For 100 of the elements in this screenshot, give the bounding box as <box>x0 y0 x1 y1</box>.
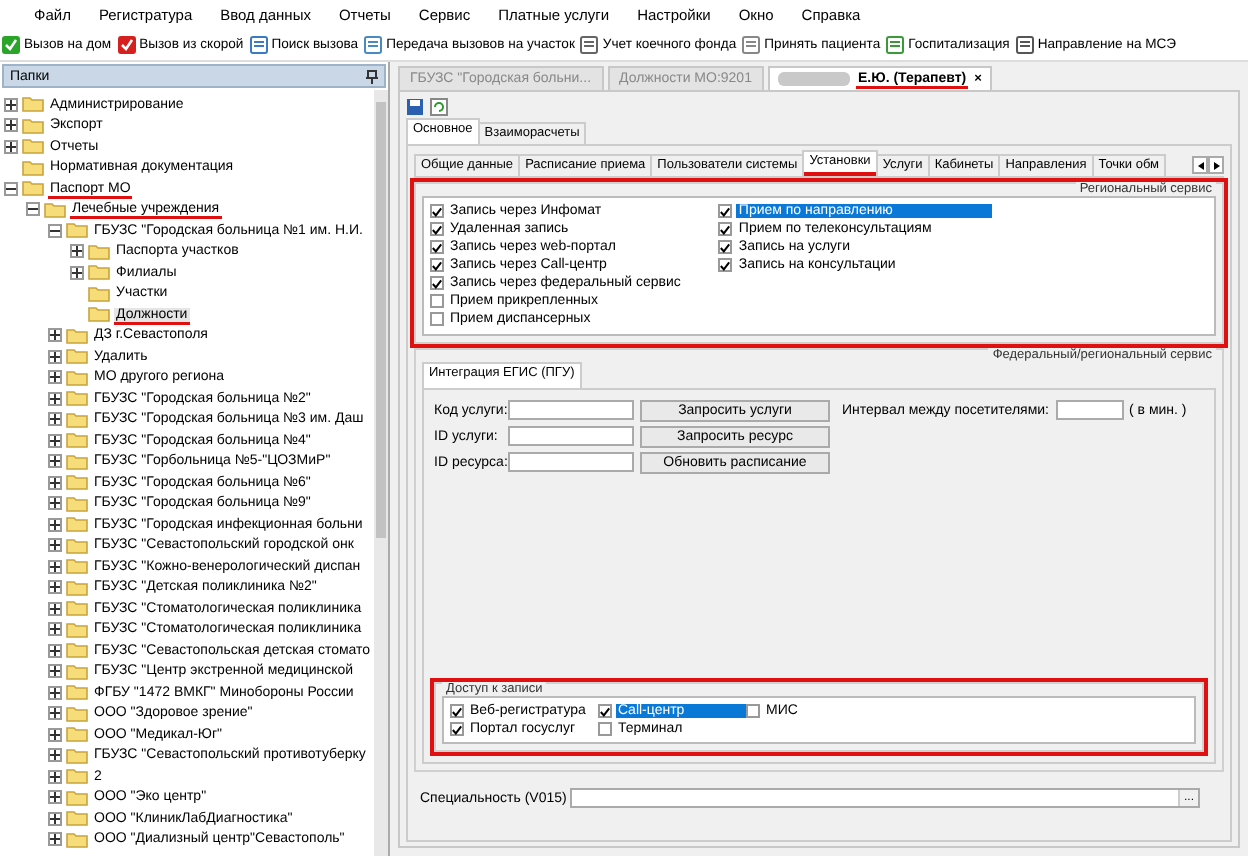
checkbox[interactable] <box>430 204 444 218</box>
expand-toggle[interactable] <box>48 706 62 721</box>
folder-icon <box>66 432 88 449</box>
folder-icon <box>66 558 88 575</box>
folder-icon <box>88 306 110 323</box>
expand-toggle[interactable] <box>70 244 84 259</box>
expand-toggle[interactable] <box>48 832 62 847</box>
expand-toggle[interactable] <box>48 664 62 679</box>
collapse-toggle[interactable] <box>4 181 18 196</box>
expand-toggle[interactable] <box>48 370 62 385</box>
folder-icon <box>88 243 110 260</box>
expand-toggle[interactable] <box>48 601 62 616</box>
folder-icon <box>66 453 88 470</box>
folder-icon <box>22 117 44 134</box>
folder-icon <box>88 264 110 281</box>
expand-toggle[interactable] <box>48 748 62 763</box>
folder-icon <box>66 831 88 848</box>
expand-toggle[interactable] <box>48 769 62 784</box>
folder-icon <box>88 285 110 302</box>
folder-icon <box>66 537 88 554</box>
save-icon[interactable] <box>406 98 424 116</box>
checkbox[interactable] <box>598 704 612 718</box>
folder-icon <box>66 642 88 659</box>
folder-icon <box>66 705 88 722</box>
scroll-right-button[interactable] <box>1208 156 1224 174</box>
expand-toggle[interactable] <box>48 727 62 742</box>
folder-icon <box>66 789 88 806</box>
folder-icon <box>66 390 88 407</box>
folder-icon <box>66 516 88 533</box>
left-triangle-icon <box>1197 161 1203 169</box>
expand-toggle[interactable] <box>48 559 62 574</box>
folder-icon <box>66 222 88 239</box>
expand-toggle[interactable] <box>48 517 62 532</box>
checkbox[interactable] <box>430 258 444 272</box>
expand-toggle[interactable] <box>48 538 62 553</box>
checkbox[interactable] <box>718 258 733 272</box>
input-field[interactable] <box>508 426 634 446</box>
checkbox[interactable] <box>746 704 760 718</box>
folder-icon <box>66 810 88 827</box>
collapse-toggle[interactable] <box>26 202 40 217</box>
checkbox[interactable] <box>430 222 444 236</box>
folder-icon <box>66 621 88 638</box>
folder-icon <box>66 579 88 596</box>
folder-icon <box>66 663 88 680</box>
input-field[interactable] <box>1055 400 1124 420</box>
input-field[interactable] <box>508 400 634 420</box>
folder-icon <box>66 726 88 743</box>
expand-toggle[interactable] <box>48 454 62 469</box>
folder-icon <box>66 411 88 428</box>
document-icon <box>1015 35 1034 53</box>
folder-icon <box>66 348 88 365</box>
expand-toggle[interactable] <box>48 475 62 490</box>
folder-icon <box>44 201 66 218</box>
checkbox-icon <box>117 35 136 53</box>
scroll-left-button[interactable] <box>1192 156 1208 174</box>
checkbox[interactable] <box>430 240 444 254</box>
expand-toggle[interactable] <box>48 391 62 406</box>
input-field[interactable] <box>508 452 634 472</box>
expand-toggle[interactable] <box>48 622 62 637</box>
folder-icon <box>22 96 44 113</box>
expand-toggle[interactable] <box>48 580 62 595</box>
folder-icon <box>66 474 88 491</box>
checkbox[interactable] <box>430 312 444 326</box>
folder-icon <box>66 369 88 386</box>
expand-toggle[interactable] <box>48 349 62 364</box>
folder-icon <box>66 684 88 701</box>
checkbox[interactable] <box>450 704 464 718</box>
pin-icon[interactable] <box>366 69 378 83</box>
expand-toggle[interactable] <box>4 139 18 154</box>
expand-toggle[interactable] <box>4 97 18 112</box>
folder-icon <box>66 747 88 764</box>
collapse-toggle[interactable] <box>48 223 62 238</box>
expand-toggle[interactable] <box>48 412 62 427</box>
folder-icon <box>22 159 44 176</box>
checkbox[interactable] <box>450 722 464 736</box>
folder-icon <box>22 180 44 197</box>
checkbox[interactable] <box>718 240 733 254</box>
checkbox[interactable] <box>718 222 733 236</box>
folder-icon <box>66 495 88 512</box>
folder-icon <box>22 138 44 155</box>
checkbox[interactable] <box>718 204 733 218</box>
expand-toggle[interactable] <box>48 328 62 343</box>
expand-toggle[interactable] <box>48 433 62 448</box>
expand-toggle[interactable] <box>48 790 62 805</box>
expand-toggle[interactable] <box>70 265 84 280</box>
expand-toggle[interactable] <box>48 811 62 826</box>
folder-icon <box>66 327 88 344</box>
checkbox[interactable] <box>598 722 612 736</box>
expand-toggle[interactable] <box>48 685 62 700</box>
expand-toggle[interactable] <box>48 496 62 511</box>
refresh-icon[interactable] <box>430 98 448 116</box>
expand-toggle[interactable] <box>4 118 18 133</box>
folder-icon <box>66 600 88 617</box>
scrollbar[interactable] <box>374 90 388 856</box>
checkbox[interactable] <box>430 276 444 290</box>
document-icon <box>742 35 761 53</box>
expand-toggle[interactable] <box>48 643 62 658</box>
right-triangle-icon <box>1213 161 1219 169</box>
checkbox[interactable] <box>430 294 444 308</box>
folder-icon <box>66 768 88 785</box>
